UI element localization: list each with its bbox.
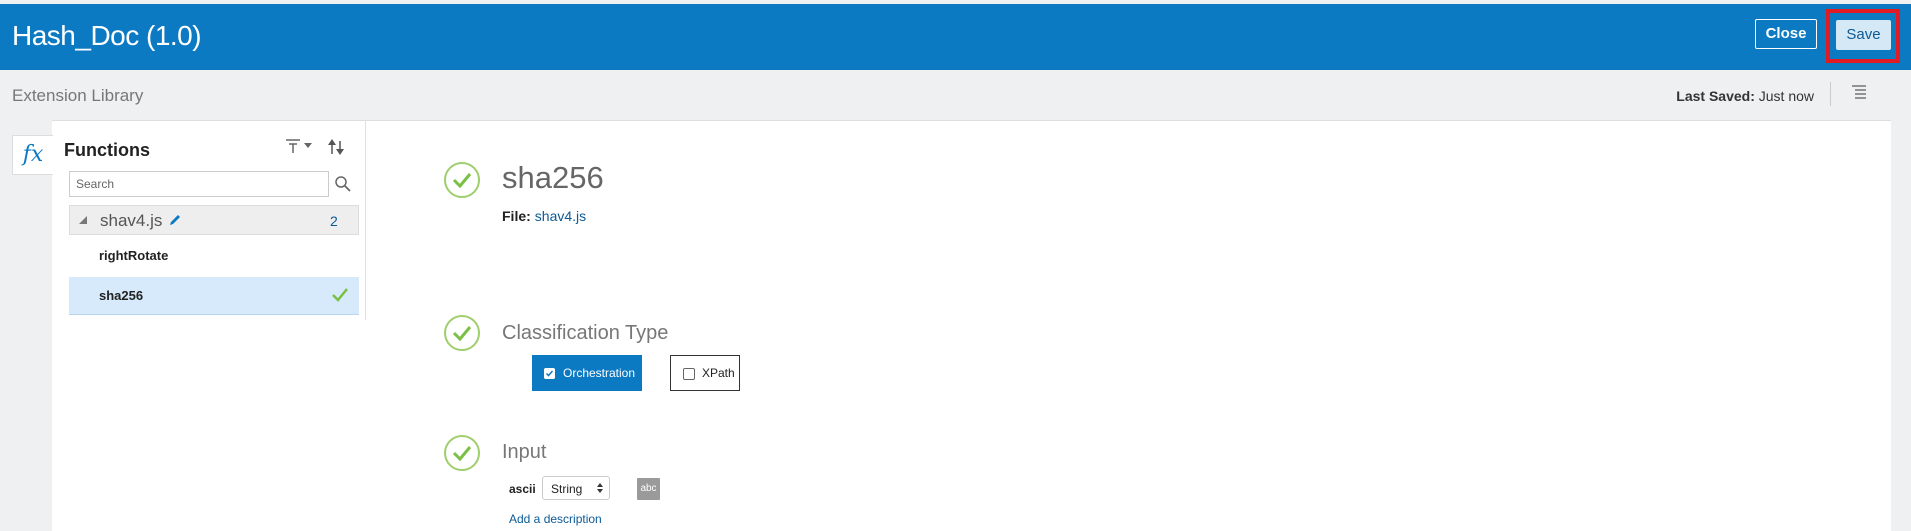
function-count: 2: [330, 213, 338, 229]
sort-icon[interactable]: [327, 138, 345, 156]
app-header: Hash_Doc (1.0): [0, 4, 1911, 70]
save-button[interactable]: Save: [1836, 20, 1891, 50]
last-saved-value: Just now: [1758, 88, 1814, 104]
function-item-label: sha256: [99, 288, 144, 303]
document-title: Hash_Doc (1.0): [12, 20, 202, 51]
file-group-row[interactable]: shav4.js 2: [69, 205, 359, 235]
checkmark-icon: [332, 288, 348, 302]
param-type-value: String: [551, 482, 583, 496]
file-group-label: shav4.js: [100, 211, 163, 230]
string-type-badge: abc: [637, 478, 660, 500]
complete-check-icon: [444, 162, 480, 198]
orchestration-checkbox[interactable]: Orchestration: [532, 355, 642, 391]
functions-tab[interactable]: fx: [12, 135, 53, 175]
function-item-label: rightRotate: [99, 248, 169, 263]
param-type-select[interactable]: String: [542, 476, 610, 500]
collapse-caret-icon[interactable]: [78, 215, 88, 225]
close-button[interactable]: Close: [1755, 19, 1817, 49]
complete-check-icon: [444, 435, 480, 471]
last-saved-status: Last Saved: Just now: [1676, 88, 1814, 104]
function-item-sha256[interactable]: sha256: [69, 277, 359, 315]
page-subtitle: Extension Library: [12, 86, 144, 105]
file-label: File:: [502, 208, 531, 224]
classification-type-heading: Classification Type: [502, 322, 669, 344]
menu-icon[interactable]: [1851, 84, 1867, 100]
filter-icon[interactable]: [284, 137, 314, 155]
file-row: File: shav4.js: [502, 208, 586, 224]
divider: [1830, 82, 1831, 106]
file-link[interactable]: shav4.js: [535, 208, 586, 224]
input-heading: Input: [502, 441, 547, 463]
input-param-name: ascii: [509, 482, 536, 496]
search-icon[interactable]: [334, 175, 352, 193]
orchestration-label: Orchestration: [563, 366, 636, 380]
complete-check-icon: [444, 315, 480, 351]
last-saved-label: Last Saved:: [1676, 88, 1755, 104]
edit-pencil-icon[interactable]: [168, 213, 182, 227]
checkbox-checked-icon: [544, 368, 555, 379]
function-name-heading: sha256: [502, 160, 604, 195]
fx-icon: fx: [22, 142, 44, 167]
select-arrows-icon: [597, 483, 603, 493]
add-description-link[interactable]: Add a description: [509, 512, 602, 526]
xpath-label: XPath: [702, 366, 735, 380]
function-item-rightrotate[interactable]: rightRotate: [69, 237, 359, 275]
search-input[interactable]: [69, 171, 329, 197]
functions-panel-title: Functions: [64, 140, 150, 160]
xpath-checkbox[interactable]: XPath: [670, 355, 740, 391]
checkbox-unchecked-icon: [683, 368, 695, 380]
